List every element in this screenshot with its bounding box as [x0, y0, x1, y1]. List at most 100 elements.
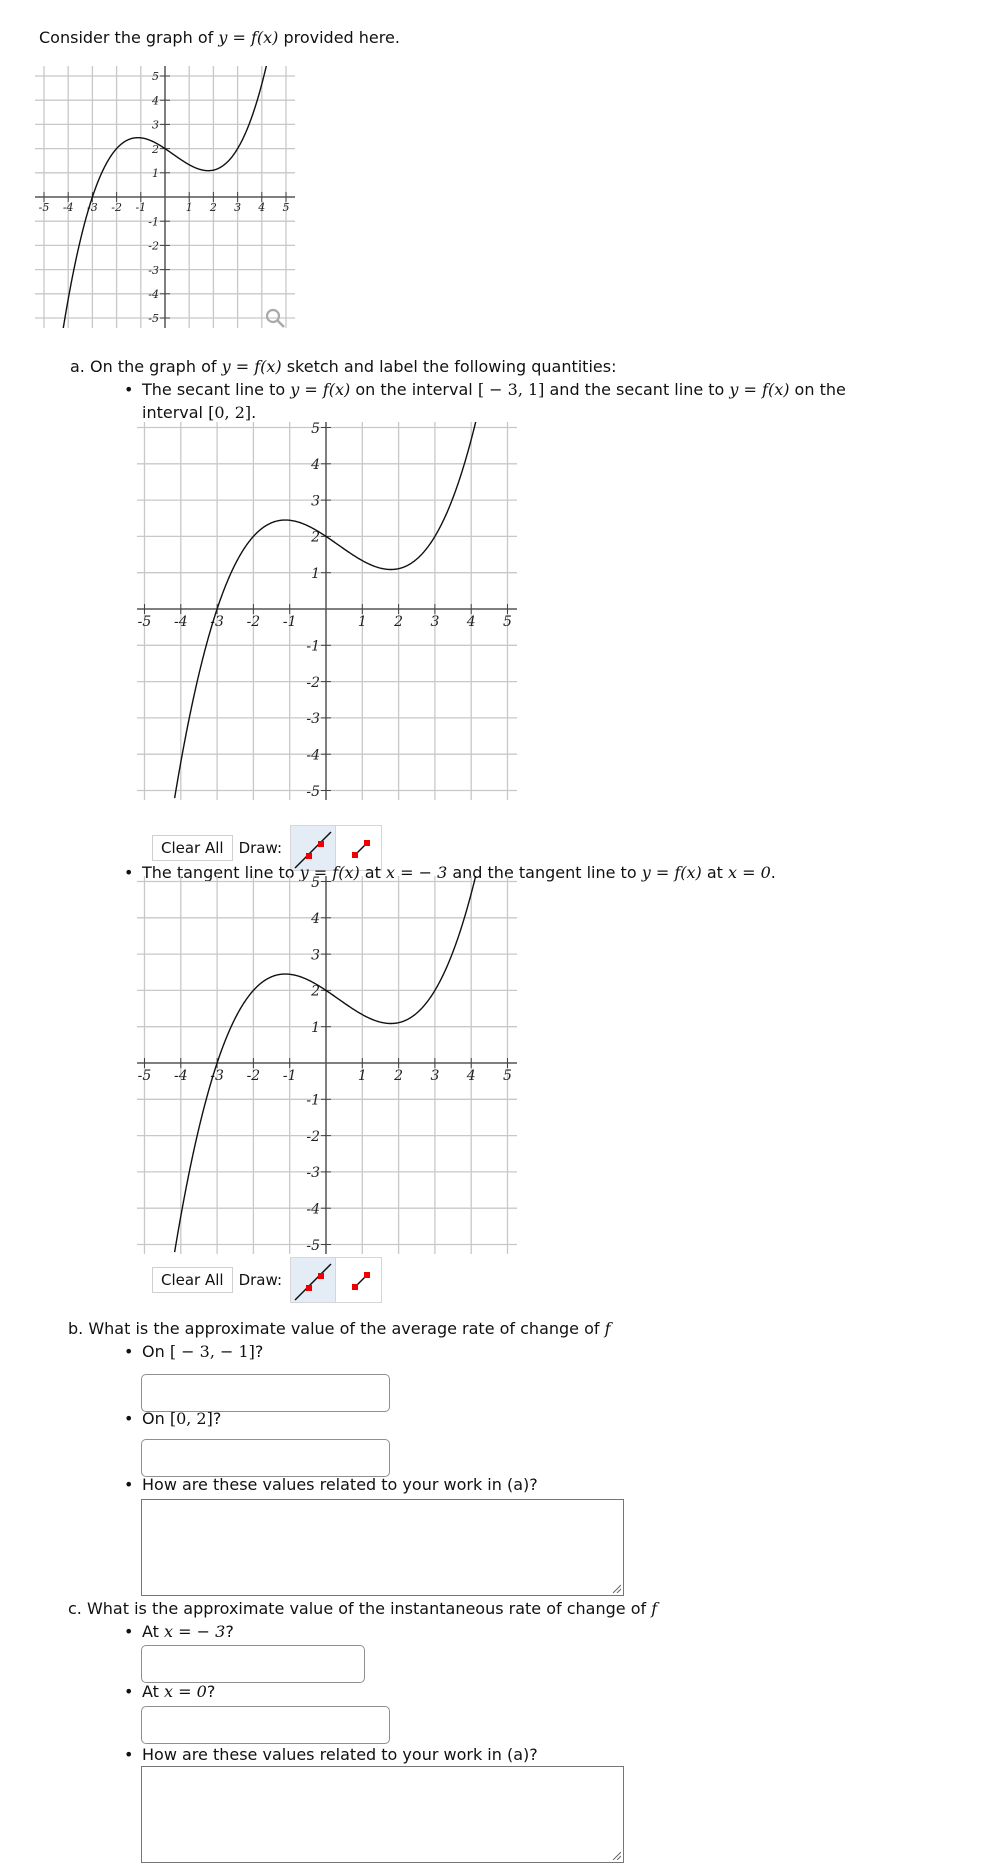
- inst-rate-explanation-textarea[interactable]: [141, 1766, 624, 1863]
- avg-rate-interval-1-input[interactable]: [141, 1374, 390, 1412]
- text: ?: [212, 1409, 222, 1428]
- y-tick-label: -1: [306, 639, 320, 655]
- clear-all-button[interactable]: Clear All: [152, 835, 233, 861]
- part-a-heading: a. On the graph of y = f(x) sketch and l…: [70, 356, 616, 378]
- part-c-q2-label: At x = 0?: [124, 1681, 215, 1703]
- text: How are these values related to your wor…: [142, 1475, 538, 1494]
- y-tick-label: -3: [306, 711, 320, 727]
- part-a-suffix: sketch and label the following quantitie…: [281, 357, 617, 376]
- text: How are these values related to your wor…: [142, 1745, 538, 1764]
- y-tick-label: -5: [148, 312, 159, 325]
- draw-label: Draw:: [238, 839, 283, 857]
- y-tick-label: 4: [310, 911, 320, 927]
- math: y = f(x): [641, 863, 702, 882]
- y-tick-label: 4: [310, 457, 320, 473]
- y-tick-label: -4: [148, 288, 159, 301]
- line-tool-button[interactable]: [290, 1257, 337, 1303]
- math-interval: [0, 2]: [208, 403, 252, 422]
- y-tick-label: 3: [311, 947, 320, 963]
- y-tick-label: -5: [306, 784, 320, 800]
- y-tick-label: 5: [152, 70, 159, 83]
- text: ?: [254, 1342, 264, 1361]
- y-tick-label: 3: [311, 493, 320, 509]
- y-tick-label: -3: [148, 264, 159, 277]
- x-tick-label: -4: [174, 614, 188, 630]
- x-tick-label: 2: [209, 201, 217, 214]
- x-tick-label: 3: [430, 614, 439, 630]
- x-tick-label: -1: [135, 201, 146, 214]
- math: y = f(x): [729, 380, 790, 399]
- x-tick-label: -4: [63, 201, 74, 214]
- x-tick-label: 1: [358, 614, 367, 630]
- text: On: [142, 1409, 170, 1428]
- x-tick-label: 5: [503, 1068, 512, 1084]
- text: At: [142, 1682, 165, 1701]
- text: and the secant line to: [544, 380, 730, 399]
- segment-icon: [351, 1272, 370, 1290]
- secant-drawing-graph[interactable]: -5 -4 -3 -2 -1 1 2 3 4 5 5 4 3 2 1 -1 -2 -3 -4 -5: [137, 422, 517, 800]
- x-tick-label: 5: [283, 201, 290, 214]
- x-tick-label: 4: [466, 1068, 476, 1084]
- x-tick-label: 4: [466, 614, 476, 630]
- y-tick-label: -3: [306, 1165, 320, 1181]
- x-tick-label: 3: [234, 201, 241, 214]
- y-tick-label: 1: [311, 1020, 320, 1036]
- part-c-q1-label: At x = − 3?: [124, 1621, 234, 1643]
- part-b-q1-label: On [ − 3, − 1]?: [124, 1341, 264, 1363]
- x-tick-label: -5: [138, 1068, 152, 1084]
- math: y = f(x): [290, 380, 351, 399]
- math: x = − 3: [164, 1622, 226, 1641]
- y-tick-label: 4: [151, 94, 159, 107]
- tangent-drawing-graph[interactable]: -5 -4 -3 -2 -1 1 2 3 4 5 5 4 3 2 1 -1 -2 -3 -4 -5: [137, 876, 517, 1254]
- avg-rate-explanation-textarea[interactable]: [141, 1499, 624, 1596]
- intro-math: y = f(x): [218, 28, 279, 47]
- x-tick-label: -5: [138, 614, 152, 630]
- y-tick-label: 5: [311, 876, 320, 891]
- text: .: [770, 863, 776, 882]
- text: .: [251, 403, 257, 422]
- tangent-draw-toolbar: Clear All Draw:: [152, 1257, 383, 1303]
- y-tick-label: 1: [152, 167, 159, 180]
- x-tick-label: -2: [111, 201, 122, 214]
- y-tick-label: 3: [152, 119, 159, 132]
- intro-prefix: Consider the graph of: [39, 28, 219, 47]
- segment-tool-button[interactable]: [336, 1257, 383, 1303]
- x-tick-label: -1: [283, 614, 297, 630]
- math: x = 0: [164, 1682, 207, 1701]
- resize-grip-icon[interactable]: [611, 1850, 621, 1860]
- math: f: [651, 1599, 658, 1618]
- inst-rate-at-0-input[interactable]: [141, 1706, 390, 1744]
- y-tick-label: -2: [306, 675, 320, 691]
- math: f: [604, 1319, 611, 1338]
- text: ?: [225, 1622, 234, 1641]
- clear-all-button[interactable]: Clear All: [152, 1267, 233, 1293]
- y-tick-label: -4: [306, 1202, 320, 1218]
- y-tick-label: 1: [311, 566, 320, 582]
- intro-text: Consider the graph of y = f(x) provided …: [39, 27, 400, 49]
- part-b-heading: b. What is the approximate value of the …: [68, 1318, 611, 1340]
- part-c-label: c. What is the approximate value of the …: [68, 1599, 652, 1618]
- text: on the interval: [350, 380, 478, 399]
- text: interval: [142, 403, 209, 422]
- text: At: [142, 1622, 165, 1641]
- y-tick-label: -2: [306, 1129, 320, 1145]
- inst-rate-at-neg3-input[interactable]: [141, 1645, 365, 1683]
- part-c-heading: c. What is the approximate value of the …: [68, 1598, 657, 1620]
- x-tick-label: -2: [247, 614, 261, 630]
- math: x = 0: [728, 863, 771, 882]
- line-icon: [294, 1263, 332, 1301]
- x-tick-label: -4: [174, 1068, 188, 1084]
- text: at: [701, 863, 728, 882]
- math-interval: [ − 3, − 1]: [169, 1342, 255, 1361]
- resize-grip-icon[interactable]: [611, 1583, 621, 1593]
- text: on the: [789, 380, 846, 399]
- part-a-item-secant: The secant line to y = f(x) on the inter…: [124, 379, 846, 401]
- x-tick-label: -2: [247, 1068, 261, 1084]
- x-tick-label: -5: [39, 201, 50, 214]
- function-graph-preview: -5 -4 -3 -2 -1 1 2 3 4 5 5 4 3 2 1 -1 -2 -3 -4 -5: [35, 66, 295, 328]
- part-b-label: b. What is the approximate value of the …: [68, 1319, 605, 1338]
- part-a-label: a. On the graph of: [70, 357, 222, 376]
- avg-rate-interval-2-input[interactable]: [141, 1439, 390, 1477]
- part-b-q2-label: On [0, 2]?: [124, 1408, 222, 1430]
- x-tick-label: 2: [393, 1068, 403, 1084]
